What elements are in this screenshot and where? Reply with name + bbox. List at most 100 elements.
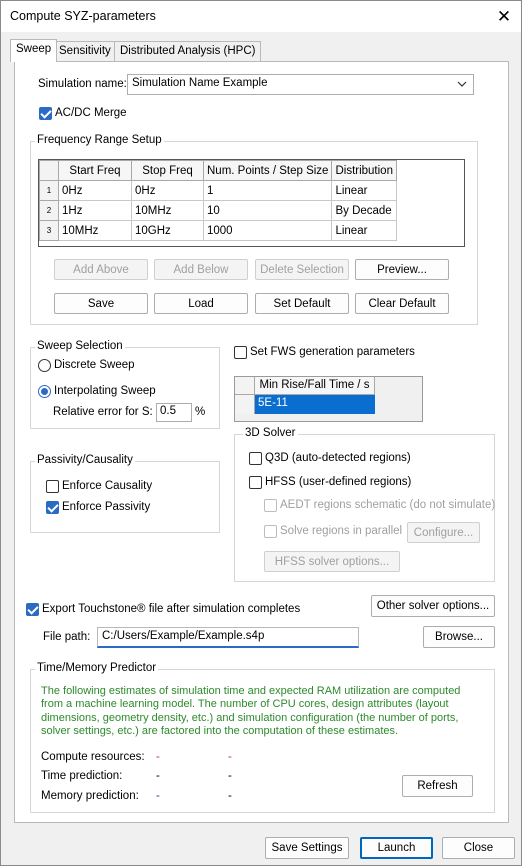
save-settings-button[interactable]: Save Settings bbox=[265, 837, 349, 859]
cell-distribution[interactable]: By Decade bbox=[331, 200, 397, 221]
delete-selection-button[interactable]: Delete Selection bbox=[255, 259, 349, 280]
clear-default-button[interactable]: Clear Default bbox=[355, 293, 449, 314]
cell-stop-freq[interactable]: 0Hz bbox=[131, 180, 204, 201]
cell-distribution[interactable]: Linear bbox=[331, 180, 397, 201]
preview-button[interactable]: Preview... bbox=[355, 259, 449, 280]
corner-cell bbox=[39, 160, 59, 181]
simulation-name-value: Simulation Name Example bbox=[132, 77, 268, 89]
cell-num-points[interactable]: 1000 bbox=[202, 220, 333, 241]
enforce-causality-label: Enforce Causality bbox=[62, 480, 153, 492]
solve-parallel-label: Solve regions in parallel bbox=[280, 525, 403, 537]
memory-prediction-value-1: - bbox=[156, 790, 160, 802]
file-path-input[interactable]: C:/Users/Example/Example.s4p bbox=[97, 627, 359, 648]
time-prediction-label: Time prediction: bbox=[41, 770, 123, 782]
column-header-start-freq[interactable]: Start Freq bbox=[58, 160, 132, 181]
memory-prediction-label: Memory prediction: bbox=[41, 790, 139, 802]
enforce-causality-checkbox[interactable] bbox=[46, 480, 59, 493]
column-header-num-points[interactable]: Num. Points / Step Size bbox=[202, 160, 333, 181]
compute-resources-value-2: - bbox=[228, 751, 232, 763]
min-rise-fall-value-cell[interactable]: 5E-11 bbox=[255, 395, 375, 414]
aedt-regions-checkbox[interactable] bbox=[264, 499, 277, 512]
cell-start-freq[interactable]: 1Hz bbox=[58, 200, 132, 221]
row-number: 1 bbox=[39, 180, 59, 201]
solve-parallel-checkbox[interactable] bbox=[264, 525, 277, 538]
enforce-passivity-checkbox[interactable] bbox=[46, 501, 59, 514]
fws-checkbox[interactable] bbox=[234, 346, 247, 359]
interpolating-sweep-radio[interactable] bbox=[38, 385, 51, 398]
column-header-min-rise-fall[interactable]: Min Rise/Fall Time / s bbox=[255, 377, 375, 395]
time-prediction-value-1: - bbox=[156, 770, 160, 782]
relative-error-input[interactable]: 0.5 bbox=[156, 403, 192, 422]
relative-error-label: Relative error for S: bbox=[53, 406, 153, 418]
acdc-merge-checkbox[interactable] bbox=[39, 107, 52, 120]
column-header-stop-freq[interactable]: Stop Freq bbox=[131, 160, 204, 181]
row-number: 2 bbox=[39, 200, 59, 221]
row-header bbox=[235, 395, 255, 414]
frequency-range-title: Frequency Range Setup bbox=[35, 134, 164, 146]
launch-button[interactable]: Launch bbox=[360, 837, 433, 859]
frequency-table-header: Start Freq Stop Freq Num. Points / Step … bbox=[39, 160, 397, 181]
window-title: Compute SYZ-parameters bbox=[10, 9, 156, 23]
predictor-description: The following estimates of simulation ti… bbox=[41, 685, 461, 738]
row-number: 3 bbox=[39, 220, 59, 241]
set-default-button[interactable]: Set Default bbox=[255, 293, 349, 314]
table-row[interactable]: 2 1Hz 10MHz 10 By Decade bbox=[39, 200, 397, 221]
corner-cell bbox=[235, 377, 255, 395]
simulation-name-dropdown[interactable]: Simulation Name Example bbox=[127, 74, 474, 95]
title-bar: Compute SYZ-parameters ✕ bbox=[1, 1, 521, 32]
chevron-down-icon bbox=[457, 81, 467, 87]
cell-num-points[interactable]: 10 bbox=[202, 200, 333, 221]
aedt-regions-label: AEDT regions schematic (do not simulate) bbox=[280, 499, 496, 511]
add-above-button[interactable]: Add Above bbox=[54, 259, 148, 280]
cell-distribution[interactable]: Linear bbox=[331, 220, 397, 241]
3d-solver-title: 3D Solver bbox=[243, 427, 298, 439]
tab-distributed-analysis[interactable]: Distributed Analysis (HPC) bbox=[114, 41, 262, 61]
passivity-causality-title: Passivity/Causality bbox=[35, 454, 135, 466]
memory-prediction-value-2: - bbox=[228, 790, 232, 802]
passivity-causality-group bbox=[30, 461, 220, 533]
q3d-label: Q3D (auto-detected regions) bbox=[265, 452, 411, 464]
hfss-checkbox[interactable] bbox=[249, 476, 262, 489]
hfss-label: HFSS (user-defined regions) bbox=[265, 476, 412, 488]
configure-button[interactable]: Configure... bbox=[407, 522, 480, 543]
sweep-selection-title: Sweep Selection bbox=[35, 340, 125, 352]
cell-start-freq[interactable]: 0Hz bbox=[58, 180, 132, 201]
dialog-window: Compute SYZ-parameters ✕ Sweep Sensitivi… bbox=[0, 0, 522, 866]
export-touchstone-label: Export Touchstone® file after simulation… bbox=[42, 603, 301, 615]
compute-resources-value-1: - bbox=[156, 751, 160, 763]
fws-table[interactable]: Min Rise/Fall Time / s 5E-11 bbox=[234, 376, 423, 422]
fws-label: Set FWS generation parameters bbox=[250, 346, 415, 358]
tab-sweep[interactable]: Sweep bbox=[10, 39, 58, 62]
refresh-button[interactable]: Refresh bbox=[402, 775, 473, 797]
compute-resources-label: Compute resources: bbox=[41, 751, 145, 763]
cell-stop-freq[interactable]: 10GHz bbox=[131, 220, 204, 241]
discrete-sweep-radio[interactable] bbox=[38, 359, 51, 372]
time-prediction-value-2: - bbox=[228, 770, 232, 782]
close-button[interactable]: Close bbox=[442, 837, 515, 859]
frequency-table[interactable]: Start Freq Stop Freq Num. Points / Step … bbox=[38, 159, 465, 247]
tab-sensitivity[interactable]: Sensitivity bbox=[53, 41, 117, 61]
table-row[interactable]: 3 10MHz 10GHz 1000 Linear bbox=[39, 220, 397, 241]
enforce-passivity-label: Enforce Passivity bbox=[62, 501, 151, 513]
interpolating-sweep-label: Interpolating Sweep bbox=[54, 385, 156, 397]
file-path-label: File path: bbox=[43, 631, 91, 643]
cell-start-freq[interactable]: 10MHz bbox=[58, 220, 132, 241]
discrete-sweep-label: Discrete Sweep bbox=[54, 359, 135, 371]
load-button[interactable]: Load bbox=[154, 293, 248, 314]
table-row[interactable]: 1 0Hz 0Hz 1 Linear bbox=[39, 180, 397, 201]
add-below-button[interactable]: Add Below bbox=[154, 259, 248, 280]
other-solver-options-button[interactable]: Other solver options... bbox=[371, 595, 495, 617]
hfss-solver-options-button[interactable]: HFSS solver options... bbox=[264, 551, 400, 572]
q3d-checkbox[interactable] bbox=[249, 452, 262, 465]
simulation-name-label: Simulation name: bbox=[38, 78, 127, 90]
acdc-merge-label: AC/DC Merge bbox=[55, 107, 127, 119]
cell-stop-freq[interactable]: 10MHz bbox=[131, 200, 204, 221]
cell-num-points[interactable]: 1 bbox=[202, 180, 333, 201]
export-touchstone-checkbox[interactable] bbox=[26, 603, 39, 616]
save-button[interactable]: Save bbox=[54, 293, 148, 314]
close-icon[interactable]: ✕ bbox=[487, 1, 521, 32]
predictor-title: Time/Memory Predictor bbox=[35, 662, 159, 674]
column-header-distribution[interactable]: Distribution bbox=[331, 160, 397, 181]
browse-button[interactable]: Browse... bbox=[423, 626, 495, 648]
relative-error-unit: % bbox=[195, 406, 206, 418]
